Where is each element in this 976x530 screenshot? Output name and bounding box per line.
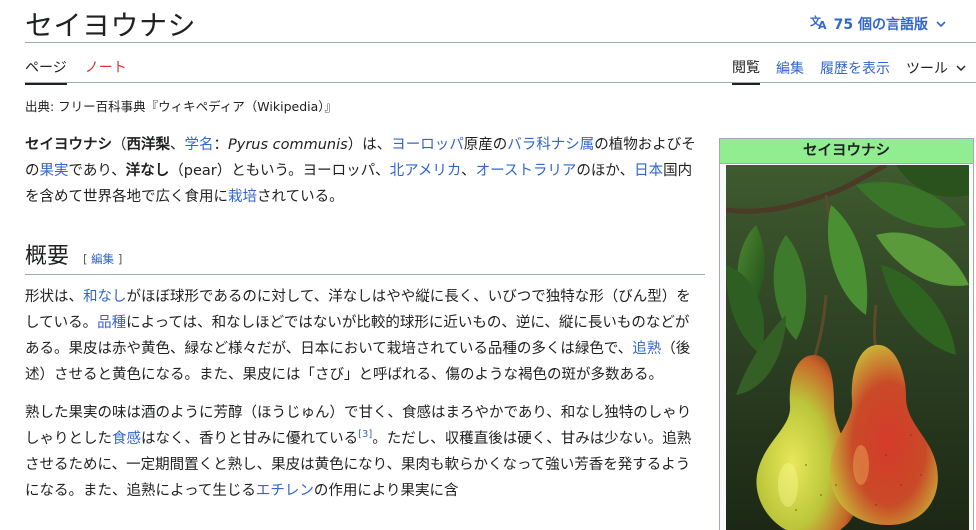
reference-link[interactable]: [3] bbox=[358, 429, 372, 440]
tools-menu-label: ツール bbox=[906, 61, 948, 77]
link-texture[interactable]: 食感 bbox=[112, 431, 141, 447]
pear-illustration bbox=[726, 165, 969, 530]
title-divider bbox=[25, 42, 976, 43]
tab-read[interactable]: 閲覧 bbox=[732, 57, 760, 85]
section-paragraph-1: 形状は、和なしがほぼ球形であるのに対して、洋なしはやや縦に長く、いびつで独特な形… bbox=[25, 284, 697, 388]
link-ripening[interactable]: 追熟 bbox=[632, 341, 661, 357]
text: されている。 bbox=[257, 189, 344, 205]
link-nashi[interactable]: 和なし bbox=[83, 289, 127, 305]
section-edit-link[interactable]: 編集 bbox=[91, 252, 114, 266]
svg-text:A: A bbox=[818, 19, 827, 30]
link-ethylene[interactable]: エチレン bbox=[256, 483, 314, 499]
page-title: セイヨウナシ bbox=[25, 9, 197, 42]
link-cultivation[interactable]: 栽培 bbox=[228, 189, 257, 205]
link-australia[interactable]: オーストラリア bbox=[476, 163, 577, 179]
translate-icon: 文 A bbox=[810, 14, 828, 34]
section-edit: [ 編集 ] bbox=[83, 251, 122, 267]
text: ）は、 bbox=[347, 137, 392, 153]
view-tabs: 閲覧 編集 履歴を表示 ツール bbox=[732, 57, 966, 85]
lead-term: セイヨウナシ bbox=[25, 137, 112, 153]
section-heading: 概要 [ 編集 ] bbox=[25, 238, 705, 275]
chevron-down-icon bbox=[936, 17, 946, 31]
text: 原産の bbox=[463, 137, 508, 153]
text: のほか、 bbox=[576, 163, 635, 179]
tabs-divider bbox=[25, 82, 976, 83]
namespace-tabs: ページ ノート bbox=[25, 57, 127, 85]
link-europe[interactable]: ヨーロッパ bbox=[391, 137, 464, 153]
tab-edit[interactable]: 編集 bbox=[776, 58, 804, 84]
text: 形状は、 bbox=[25, 289, 83, 305]
chevron-down-icon bbox=[956, 60, 966, 76]
infobox: セイヨウナシ bbox=[719, 138, 974, 530]
text: （pear）ともいう。ヨーロッパ、 bbox=[169, 163, 390, 179]
infobox-title: セイヨウナシ bbox=[720, 139, 973, 164]
tab-page[interactable]: ページ bbox=[25, 57, 67, 85]
source-line: 出典: フリー百科事典『ウィキペディア（Wikipedia）』 bbox=[25, 99, 338, 114]
section-title: 概要 bbox=[25, 244, 70, 269]
text: 、 bbox=[170, 137, 185, 153]
alt-term: 西洋梨 bbox=[126, 137, 171, 153]
link-pyrus[interactable]: バラ科ナシ属 bbox=[507, 137, 594, 153]
text: であり、 bbox=[68, 163, 126, 179]
link-cultivar[interactable]: 品種 bbox=[97, 315, 126, 331]
link-scientific-name[interactable]: 学名 bbox=[185, 137, 214, 153]
text: ： bbox=[213, 137, 229, 153]
tab-talk[interactable]: ノート bbox=[85, 57, 127, 85]
alt-term-2: 洋なし bbox=[125, 163, 170, 179]
tools-menu[interactable]: ツール bbox=[906, 58, 966, 84]
link-fruit[interactable]: 果実 bbox=[40, 163, 69, 179]
section-paragraph-2: 熟した果実の味は酒のように芳醇（ほうじゅん）で甘く、食感はまろやかであり、和なし… bbox=[25, 400, 697, 504]
tab-history[interactable]: 履歴を表示 bbox=[820, 58, 890, 84]
bracket: ] bbox=[114, 252, 123, 266]
link-japan[interactable]: 日本 bbox=[634, 163, 663, 179]
text: 、 bbox=[461, 163, 476, 179]
intro-paragraph: セイヨウナシ（西洋梨、学名：Pyrus communis）は、ヨーロッパ原産のバ… bbox=[25, 132, 697, 210]
language-button-label: 75 個の言語版 bbox=[833, 17, 928, 33]
text: （ bbox=[112, 137, 127, 153]
text: はなく、香りと甘みに優れている bbox=[141, 431, 359, 447]
pear-photo[interactable] bbox=[726, 165, 969, 530]
language-button[interactable]: 文 A 75 個の言語版 bbox=[810, 14, 946, 34]
bracket: [ bbox=[83, 252, 92, 266]
binomial-name: Pyrus communis bbox=[228, 137, 348, 153]
section-body: 形状は、和なしがほぼ球形であるのに対して、洋なしはやや縦に長く、いびつで独特な形… bbox=[25, 284, 697, 504]
text: の作用により果実に含 bbox=[313, 483, 459, 499]
link-north-america[interactable]: 北アメリカ bbox=[390, 163, 462, 179]
